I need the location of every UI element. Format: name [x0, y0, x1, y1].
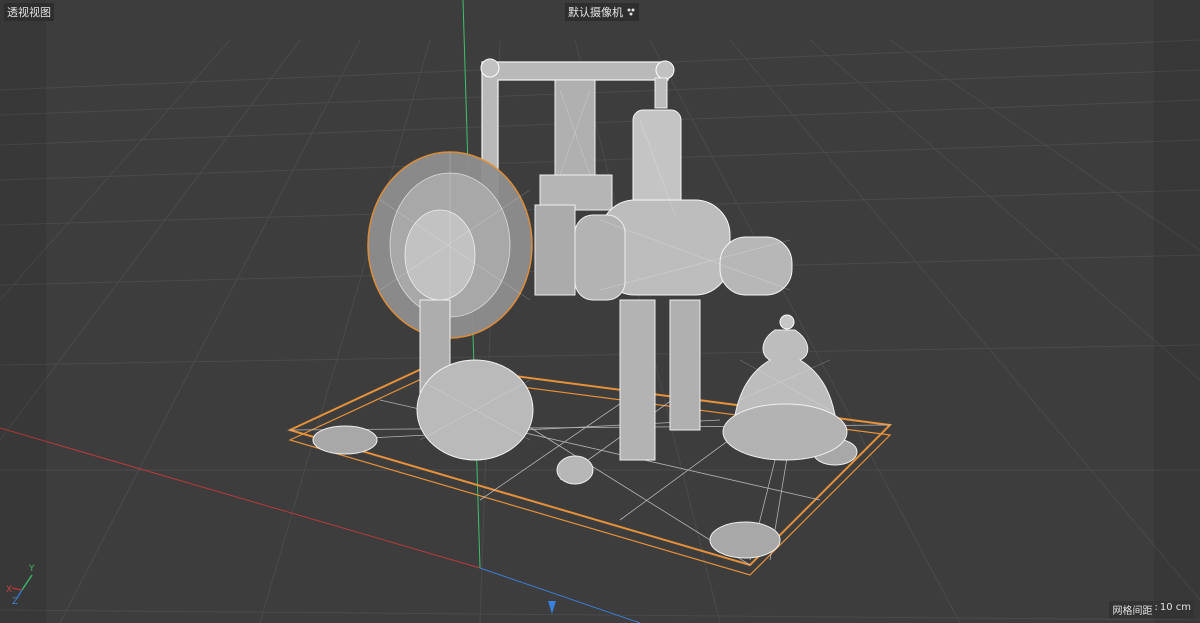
model-bell-part[interactable]: [734, 329, 836, 416]
view-name-label[interactable]: 透视视图: [4, 3, 54, 21]
camera-menu[interactable]: 默认摄像机: [565, 3, 639, 21]
grid-spacing-label: 网格间距: [1112, 606, 1153, 617]
model-foot-left[interactable]: [312, 425, 378, 455]
grid-spacing-separator: :: [1154, 602, 1158, 613]
viewport-left-margin: [0, 0, 46, 623]
camera-dots-icon[interactable]: [626, 7, 636, 17]
wireframe-model[interactable]: [287, 58, 893, 576]
view-direction-marker: [548, 601, 556, 614]
world-x-axis: [0, 427, 481, 569]
floor-grid: [0, 39, 1200, 623]
grid-spacing-readout: 网格间距: 10 cm: [1109, 601, 1194, 618]
model-column-left[interactable]: [554, 79, 596, 181]
camera-name: 默认摄像机: [568, 6, 623, 19]
perspective-viewport[interactable]: Y X Z 透视视图 默认摄像机 网格间距: 10 cm: [0, 0, 1200, 623]
viewport-canvas[interactable]: Y X Z: [0, 0, 1200, 623]
grid-spacing-value: 10 cm: [1159, 602, 1191, 613]
viewport-right-margin: [1154, 0, 1200, 623]
model-foot-front[interactable]: [709, 521, 781, 559]
